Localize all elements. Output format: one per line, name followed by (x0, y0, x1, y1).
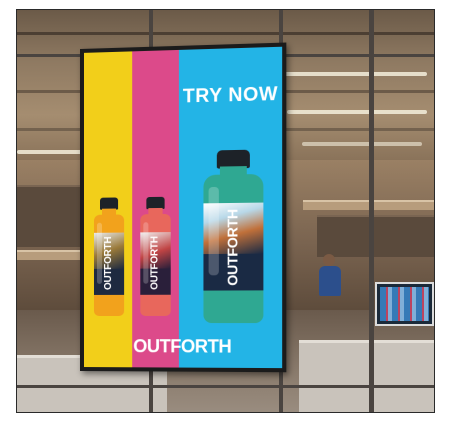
poster-panel: TRY NOW OUTFORTH OUTFORTH OUTFORTH OUTFO… (83, 46, 283, 369)
bottle-teal: OUTFORTH (203, 149, 264, 324)
bottle-brand: OUTFORTH (103, 236, 115, 291)
window-transom (17, 385, 434, 388)
poster-headline: TRY NOW (182, 83, 279, 108)
bottle-body: OUTFORTH (93, 214, 125, 316)
ceiling-light (287, 110, 427, 114)
wall-shelf (317, 215, 434, 257)
checkout-counter (299, 340, 434, 412)
ceiling-light (302, 142, 422, 146)
wall-shelf (17, 185, 81, 247)
bottle-body: OUTFORTH (140, 213, 171, 316)
bottle-brand: OUTFORTH (224, 208, 241, 286)
bottle-body: OUTFORTH (203, 173, 264, 324)
bottle-pink: OUTFORTH (140, 196, 171, 316)
bottle-yellow: OUTFORTH (93, 197, 125, 316)
promo-poster: TRY NOW OUTFORTH OUTFORTH OUTFORTH OUTFO… (80, 42, 287, 373)
bottle-brand: OUTFORTH (149, 236, 161, 290)
window-mullion (369, 10, 374, 412)
wall-shelf (17, 250, 81, 260)
ceiling-light (277, 72, 427, 76)
poster-brand-logo: OUTFORTH (133, 336, 232, 357)
register-monitor (375, 282, 434, 326)
ceiling-light (17, 150, 87, 154)
